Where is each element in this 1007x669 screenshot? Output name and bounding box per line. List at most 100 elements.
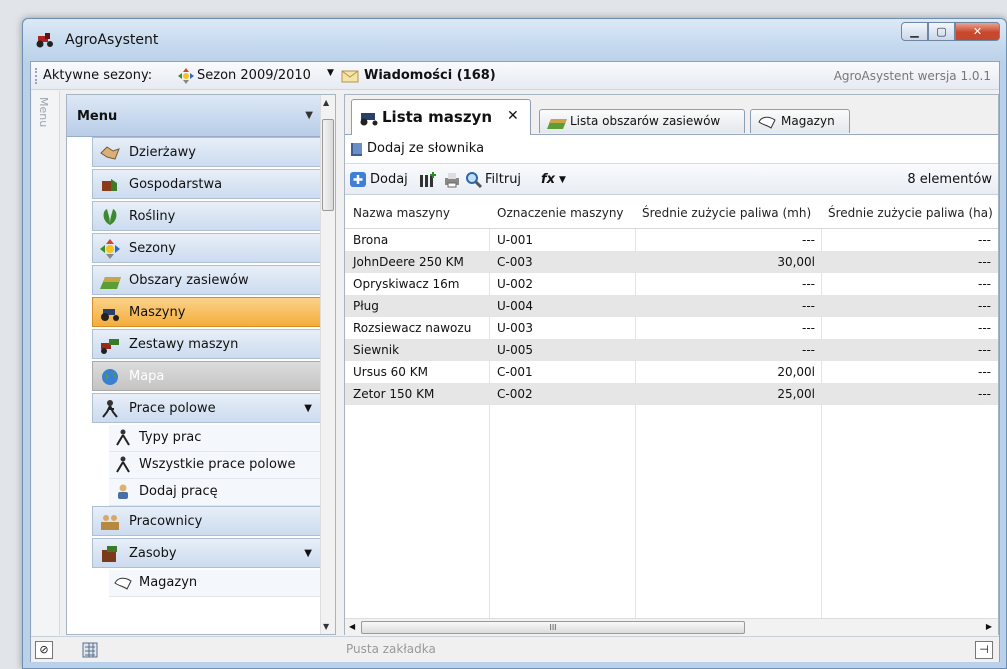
resources-icon [102, 546, 117, 562]
dictionary-row: Dodaj ze słownika [345, 135, 998, 163]
chevron-down-icon[interactable]: ▼ [304, 548, 312, 559]
menu-item-pracownicy[interactable]: Pracownicy [92, 506, 323, 536]
menu-item-mapa[interactable]: Mapa [92, 361, 323, 391]
table-cell: Siewnik [353, 343, 400, 357]
scroll-thumb[interactable] [322, 119, 334, 211]
table-cell: --- [802, 233, 815, 247]
menu-item-dzierzawy[interactable]: Dzierżawy [92, 137, 323, 167]
empty-tab-label: Pusta zakładka [346, 642, 436, 656]
table-cell: U-004 [497, 299, 534, 313]
title-bar: AgroAsystent ▁ ▢ ✕ [23, 19, 1006, 61]
menu-item-maszyny[interactable]: Maszyny [92, 297, 323, 327]
handshake-icon [100, 146, 120, 160]
active-seasons-label: Aktywne sezony: [43, 68, 153, 83]
menu-scrollbar[interactable]: ▲ ▼ [320, 95, 335, 634]
add-from-dictionary-button[interactable]: Dodaj ze słownika [367, 141, 484, 156]
table-cell: --- [978, 277, 991, 291]
chevron-down-icon[interactable]: ▼ [304, 403, 312, 414]
table-cell: --- [978, 343, 991, 357]
menu-subitem-dodaj-prace[interactable]: Dodaj pracę [109, 479, 323, 506]
search-icon [466, 172, 483, 188]
table-cell: --- [978, 321, 991, 335]
table-cell: 25,00l [777, 387, 815, 401]
table-row[interactable]: Ursus 60 KM C-001 20,00l --- [345, 361, 998, 383]
field-icon [547, 119, 567, 129]
column-header-code[interactable]: Oznaczenie maszyny [497, 206, 624, 220]
menu-header[interactable]: Menu ▼ [67, 95, 323, 137]
menu-subitem-typy-prac[interactable]: Typy prac [109, 425, 323, 452]
menu-item-label: Rośliny [129, 209, 176, 224]
grid-hscrollbar[interactable]: ◀ III ▶ [345, 618, 998, 636]
table-row[interactable]: Zetor 150 KM C-002 25,00l --- [345, 383, 998, 405]
table-cell: --- [978, 299, 991, 313]
table-cell: U-002 [497, 277, 534, 291]
fx-button[interactable]: fx [541, 172, 555, 187]
scroll-right-icon[interactable]: ▶ [986, 622, 992, 631]
calculator-icon[interactable] [81, 641, 101, 659]
menu-subitem-wszystkie-prace[interactable]: Wszystkie prace polowe [109, 452, 323, 479]
chevron-down-icon[interactable]: ▼ [305, 110, 313, 121]
scroll-up-icon[interactable]: ▲ [323, 98, 329, 107]
table-row[interactable]: Siewnik U-005 --- --- [345, 339, 998, 361]
column-header-fuel-ha[interactable]: Średnie zużycie paliwa (ha) [828, 206, 993, 220]
table-row[interactable]: Rozsiewacz nawozu U-003 --- --- [345, 317, 998, 339]
table-cell: --- [802, 277, 815, 291]
dock-pin-icon[interactable]: ⊣ [975, 641, 993, 659]
menu-collapse-strip[interactable]: Menu [32, 91, 60, 635]
messages-link[interactable]: Wiadomości (168) [364, 68, 496, 83]
element-count: 8 elementów [907, 172, 992, 187]
menu-item-label: Pracownicy [129, 514, 203, 529]
scroll-thumb[interactable]: III [361, 621, 745, 634]
add-work-icon [118, 484, 128, 499]
table-cell: C-003 [497, 255, 533, 269]
menu-item-zestawy-maszyn[interactable]: Zestawy maszyn [92, 329, 323, 359]
add-button[interactable]: Dodaj [370, 172, 408, 187]
maximize-button[interactable]: ▢ [928, 22, 955, 41]
table-cell: --- [978, 255, 991, 269]
table-row[interactable]: Opryskiwacz 16m U-002 --- --- [345, 273, 998, 295]
tab-lista-obszarow[interactable]: Lista obszarów zasiewów [539, 109, 745, 133]
menu-strip-label: Menu [37, 97, 50, 128]
chevron-down-icon[interactable]: ▼ [559, 175, 566, 185]
menu-item-label: Zasoby [129, 546, 177, 561]
table-cell: --- [978, 387, 991, 401]
menu-item-rosliny[interactable]: Rośliny [92, 201, 323, 231]
season-selector[interactable]: Sezon 2009/2010 [197, 68, 311, 83]
menu-item-gospodarstwa[interactable]: Gospodarstwa [92, 169, 323, 199]
close-button[interactable]: ✕ [955, 22, 1000, 41]
chevron-down-icon[interactable]: ▼ [327, 68, 334, 78]
table-row[interactable]: Brona U-001 --- --- [345, 229, 998, 251]
all-work-icon [116, 456, 130, 473]
columns-icon[interactable] [419, 171, 437, 188]
table-row[interactable]: JohnDeere 250 KM C-003 30,00l --- [345, 251, 998, 273]
work-type-icon [116, 429, 130, 446]
minimize-button[interactable]: ▁ [901, 22, 928, 41]
close-tab-icon[interactable]: ✕ [507, 108, 519, 124]
table-cell: U-001 [497, 233, 534, 247]
table-cell: U-005 [497, 343, 534, 357]
scroll-left-icon[interactable]: ◀ [349, 622, 355, 631]
farm-icon [102, 179, 117, 191]
print-icon[interactable] [443, 171, 461, 188]
table-row[interactable]: Pług U-004 --- --- [345, 295, 998, 317]
table-cell: --- [802, 321, 815, 335]
window-title: AgroAsystent [65, 32, 159, 48]
menu-item-obszary-zasiewow[interactable]: Obszary zasiewów [92, 265, 323, 295]
menu-item-sezony[interactable]: Sezony [92, 233, 323, 263]
filter-button[interactable]: Filtruj [485, 172, 521, 187]
toolbar-grip[interactable] [35, 68, 37, 84]
field-icon [100, 277, 121, 289]
menu-subitem-magazyn[interactable]: Magazyn [109, 570, 323, 597]
tab-lista-maszyn[interactable]: Lista maszyn ✕ [351, 99, 531, 135]
menu-item-zasoby[interactable]: Zasoby ▼ [92, 538, 323, 568]
scroll-down-icon[interactable]: ▼ [323, 622, 329, 631]
envelope-icon [341, 70, 359, 83]
tab-magazyn[interactable]: Magazyn [750, 109, 850, 133]
pin-icon[interactable]: ⊘ [35, 641, 53, 659]
tractor-icon [360, 113, 378, 126]
menu-item-prace-polowe[interactable]: Prace polowe ▼ [92, 393, 323, 423]
table-cell: U-003 [497, 321, 534, 335]
column-header-name[interactable]: Nazwa maszyny [353, 206, 450, 220]
column-header-fuel-mh[interactable]: Średnie zużycie paliwa (mh) [642, 206, 811, 220]
globe-icon [102, 369, 118, 385]
